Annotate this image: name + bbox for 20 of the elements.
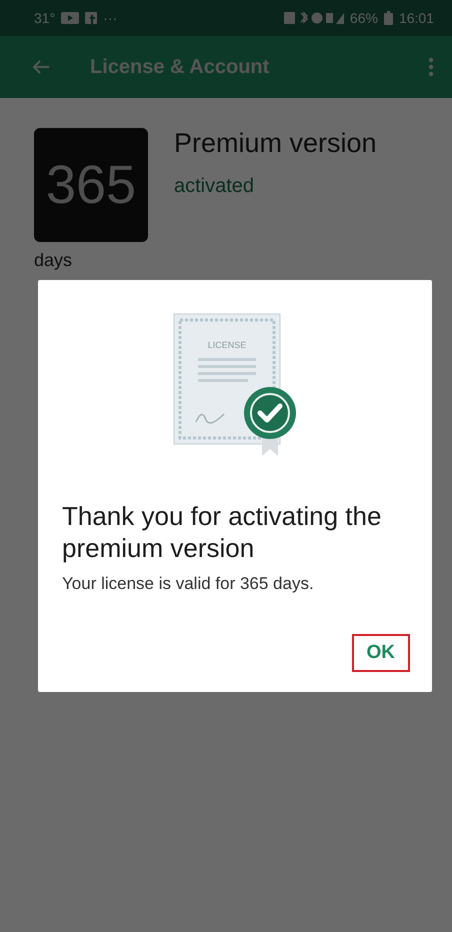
counter-caption: days: [34, 250, 74, 271]
status-icons-drawing: [284, 11, 344, 25]
dialog-title: Thank you for activating the premium version: [62, 500, 382, 564]
dialog-message: Your license is valid for 365 days.: [62, 574, 315, 594]
counter-number: 365: [46, 154, 136, 216]
back-icon[interactable]: [32, 59, 50, 75]
ok-button[interactable]: OK: [352, 634, 410, 672]
social-icon: [85, 12, 98, 24]
overflow-menu-icon[interactable]: [428, 57, 434, 77]
seal-icon: [244, 387, 296, 456]
battery-percent: 66%: [350, 10, 378, 26]
battery-icon: [384, 11, 393, 25]
license-title: Premium version: [174, 128, 377, 159]
temperature: 31°: [34, 10, 56, 26]
screen-title: License & Account: [90, 56, 270, 78]
video-icon: [61, 12, 80, 24]
certificate-label: LICENSE: [208, 340, 246, 350]
more-notifications: ···: [103, 10, 118, 26]
license-state: activated: [174, 175, 256, 198]
clock: 16:01: [398, 10, 434, 26]
